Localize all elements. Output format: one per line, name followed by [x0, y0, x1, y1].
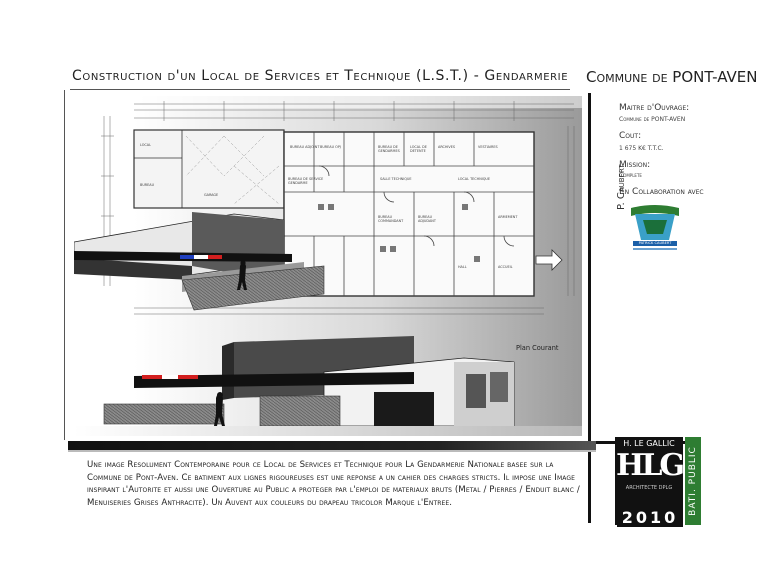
category-badge: BATI. PUBLIC: [685, 437, 701, 525]
svg-text:GENDARMES: GENDARMES: [378, 149, 400, 153]
description-bar-shadow: [68, 450, 596, 452]
svg-text:COMMANDANT: COMMANDANT: [378, 219, 404, 223]
svg-text:ADJUDANT: ADJUDANT: [418, 219, 437, 223]
project-year: 2010: [617, 508, 683, 527]
cost-value: 1 675 K€ T.T.C.: [619, 145, 664, 152]
owner-value: Commune de PONT-AVEN: [619, 116, 686, 123]
caubert-logo: PATRICK CAUBERT: [629, 202, 681, 254]
project-title: Construction d'un Local de Services et T…: [72, 68, 569, 84]
svg-text:GENDARME: GENDARME: [288, 181, 308, 185]
cost-label: Cout:: [619, 131, 642, 141]
svg-text:ACCUEIL: ACCUEIL: [498, 265, 513, 269]
svg-text:HALL: HALL: [458, 265, 467, 269]
project-illustration: BUREAU ADJOINT BUREAU OPJ BUREAU DE GEND…: [73, 96, 582, 436]
svg-text:LOCAL TECHNIQUE: LOCAL TECHNIQUE: [458, 177, 490, 181]
architect-initials: HLG: [615, 448, 685, 483]
svg-text:VESTIAIRES: VESTIAIRES: [478, 145, 498, 149]
svg-text:ARMEMENT: ARMEMENT: [498, 215, 518, 219]
svg-text:GARAGE: GARAGE: [204, 193, 218, 197]
architect-subtitle: ARCHITECTE DPLG: [625, 485, 673, 491]
svg-text:BUREAU: BUREAU: [140, 183, 155, 187]
collab-name: P. Caubert: [616, 164, 627, 210]
architect-name: H. LE GALLIC: [623, 439, 675, 448]
svg-text:DETENTE: DETENTE: [410, 149, 426, 153]
left-rule: [64, 90, 65, 440]
plan-caption: Plan Courant: [516, 344, 559, 352]
svg-text:SALLE TECHNIQUE: SALLE TECHNIQUE: [380, 177, 412, 181]
svg-text:BUREAU ADJOINT: BUREAU ADJOINT: [290, 145, 320, 149]
collab-label: En Collaboration avec: [619, 187, 704, 197]
sidebar-divider: [588, 93, 591, 523]
svg-text:LOCAL: LOCAL: [140, 143, 151, 147]
project-description: Une image Resolument Contemporaine pour …: [87, 460, 580, 509]
title-underline: [70, 89, 570, 90]
category-label: BATI. PUBLIC: [688, 446, 698, 516]
commune-title: Commune de PONT-AVEN: [586, 68, 757, 86]
svg-text:ARCHIVES: ARCHIVES: [438, 145, 455, 149]
svg-text:BUREAU OPJ: BUREAU OPJ: [320, 145, 341, 149]
logo-text: PATRICK CAUBERT: [638, 241, 672, 245]
owner-label: Maitre d'Ouvrage:: [619, 103, 690, 113]
